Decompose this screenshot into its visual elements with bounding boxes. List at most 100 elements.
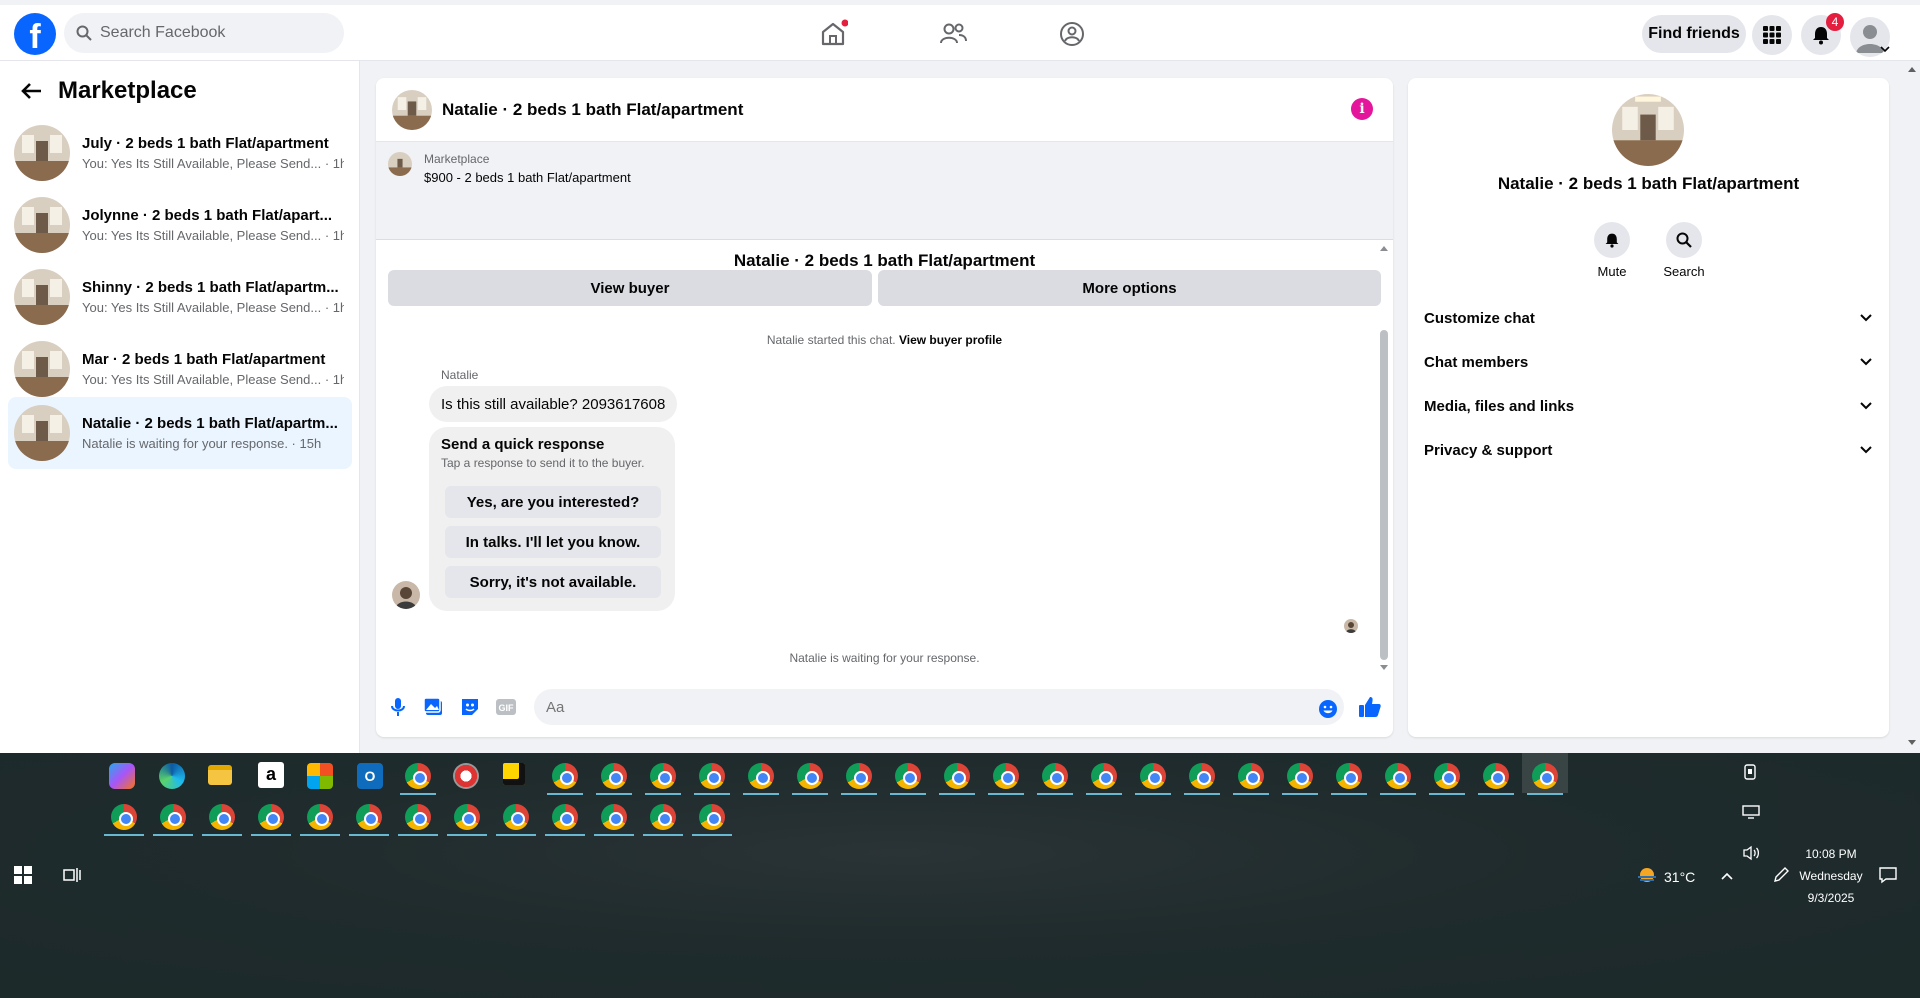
media-files-links-section[interactable]: Media, files and links [1424, 386, 1873, 426]
chrome-profile-icon[interactable] [552, 804, 578, 830]
chat-avatar[interactable] [392, 89, 432, 130]
scroll-up-arrow-icon[interactable] [1379, 244, 1389, 252]
chrome-profile-icon[interactable] [944, 763, 970, 789]
sticker-icon[interactable] [458, 695, 482, 719]
chrome-profile-icon[interactable] [1483, 763, 1509, 789]
chrome-profile-icon[interactable] [356, 804, 382, 830]
speaker-icon[interactable] [1742, 845, 1760, 861]
microsoft-store-icon[interactable] [307, 763, 333, 789]
menu-button[interactable] [1752, 15, 1792, 55]
chrome-profile-icon[interactable] [1140, 763, 1166, 789]
chrome-profile-icon[interactable] [209, 804, 235, 830]
chat-members-section[interactable]: Chat members [1424, 342, 1873, 382]
scroll-up-arrow-icon[interactable] [1907, 65, 1917, 73]
windows-start-icon[interactable] [14, 866, 32, 884]
chrome-profile-icon[interactable] [1385, 763, 1411, 789]
chat-scrollbar-thumb[interactable] [1380, 330, 1388, 660]
amazon-icon[interactable]: a [258, 762, 284, 788]
message-input[interactable] [534, 689, 1344, 725]
chrome-profile-icon[interactable] [650, 804, 676, 830]
chrome-profile-icon[interactable] [1287, 763, 1313, 789]
find-friends-button[interactable]: Find friends [1642, 15, 1746, 53]
chrome-profile-icon[interactable] [307, 804, 333, 830]
quick-response-button[interactable]: Yes, are you interested? [445, 486, 661, 518]
search-in-chat-button[interactable]: Search [1654, 222, 1714, 279]
chrome-profile-icon[interactable] [993, 763, 1019, 789]
chrome-profile-icon[interactable] [699, 804, 725, 830]
microphone-icon[interactable] [386, 695, 410, 719]
friends-icon[interactable] [938, 19, 968, 49]
chrome-profile-icon[interactable] [258, 804, 284, 830]
sticky-notes-icon[interactable] [503, 763, 525, 785]
task-view-icon[interactable] [62, 865, 82, 885]
chrome-profile-icon[interactable] [1336, 763, 1362, 789]
weather-icon[interactable] [1636, 865, 1658, 885]
chrome-profile-icon[interactable] [503, 804, 529, 830]
display-icon[interactable] [1742, 805, 1760, 819]
chrome-profile-icon[interactable] [895, 763, 921, 789]
chrome-profile-icon[interactable] [601, 804, 627, 830]
scroll-down-arrow-icon[interactable] [1379, 664, 1389, 672]
chrome-profile-icon[interactable] [111, 804, 137, 830]
conversation-item-active[interactable]: Natalie · 2 beds 1 bath Flat/apartm... Na… [8, 397, 352, 469]
home-icon[interactable] [818, 19, 848, 49]
details-avatar[interactable] [1612, 94, 1684, 166]
copilot-icon[interactable] [109, 763, 135, 789]
conversation-item[interactable]: Shinny · 2 beds 1 bath Flat/apartm... You… [8, 261, 352, 333]
outlook-icon[interactable]: O [357, 763, 383, 789]
chrome-profile-icon[interactable] [552, 763, 578, 789]
chrome-profile-icon[interactable] [601, 763, 627, 789]
chrome-profile-icon[interactable] [748, 763, 774, 789]
back-arrow-icon[interactable] [20, 81, 42, 101]
quick-response-button[interactable]: Sorry, it's not available. [445, 566, 661, 598]
conversation-item[interactable]: Mar · 2 beds 1 bath Flat/apartment You: Y… [8, 333, 352, 405]
file-explorer-icon[interactable] [208, 765, 232, 785]
clock-time[interactable]: 10:08 PM [1796, 847, 1866, 861]
chrome-profile-icon[interactable] [405, 763, 431, 789]
customize-chat-section[interactable]: Customize chat [1424, 298, 1873, 338]
view-buyer-profile-link[interactable]: View buyer profile [899, 333, 1002, 347]
chrome-profile-icon[interactable] [405, 804, 431, 830]
page-scrollbar[interactable] [1904, 61, 1920, 753]
scroll-down-arrow-icon[interactable] [1907, 739, 1917, 747]
chevron-down-icon[interactable] [1880, 45, 1890, 53]
chrome-profile-icon[interactable] [650, 763, 676, 789]
edge-icon[interactable] [159, 763, 185, 789]
chrome-profile-icon[interactable] [1042, 763, 1068, 789]
groups-icon[interactable] [1057, 19, 1087, 49]
running-indicator [939, 793, 975, 795]
privacy-support-section[interactable]: Privacy & support [1424, 430, 1873, 470]
conversation-item[interactable]: July · 2 beds 1 bath Flat/apartment You: … [8, 117, 352, 189]
facebook-logo-icon[interactable]: f [14, 13, 56, 55]
sender-avatar[interactable] [392, 581, 420, 609]
app-icon[interactable] [453, 763, 479, 789]
chrome-profile-icon[interactable] [699, 763, 725, 789]
chrome-profile-icon[interactable] [846, 763, 872, 789]
thumbs-up-icon[interactable] [1358, 695, 1382, 719]
listing-price[interactable]: $900 - 2 beds 1 bath Flat/apartment [424, 170, 631, 185]
chevron-up-icon[interactable] [1720, 871, 1734, 881]
pen-icon[interactable] [1772, 866, 1790, 884]
chrome-profile-icon[interactable] [1238, 763, 1264, 789]
chrome-profile-icon[interactable] [1434, 763, 1460, 789]
chrome-profile-icon[interactable] [797, 763, 823, 789]
chrome-profile-icon[interactable] [1091, 763, 1117, 789]
info-icon[interactable]: i [1351, 98, 1373, 120]
chrome-profile-icon[interactable] [1189, 763, 1215, 789]
gif-icon[interactable]: GIF [494, 695, 518, 719]
clock-day[interactable]: Wednesday [1796, 869, 1866, 883]
chat-title[interactable]: Natalie · 2 beds 1 bath Flat/apartment [442, 100, 743, 120]
mute-button[interactable]: Mute [1582, 222, 1642, 279]
chrome-profile-icon-active[interactable] [1532, 763, 1558, 789]
search-box[interactable]: Search Facebook [64, 13, 344, 53]
notification-center-icon[interactable] [1878, 866, 1898, 884]
device-icon[interactable] [1742, 763, 1758, 781]
quick-response-button[interactable]: In talks. I'll let you know. [445, 526, 661, 558]
weather-temperature[interactable]: 31°C [1664, 869, 1695, 885]
emoji-icon[interactable] [1316, 697, 1340, 721]
clock-date[interactable]: 9/3/2025 [1796, 891, 1866, 905]
conversation-item[interactable]: Jolynne · 2 beds 1 bath Flat/apart... You… [8, 189, 352, 261]
chrome-profile-icon[interactable] [160, 804, 186, 830]
photo-icon[interactable] [422, 695, 446, 719]
chrome-profile-icon[interactable] [454, 804, 480, 830]
